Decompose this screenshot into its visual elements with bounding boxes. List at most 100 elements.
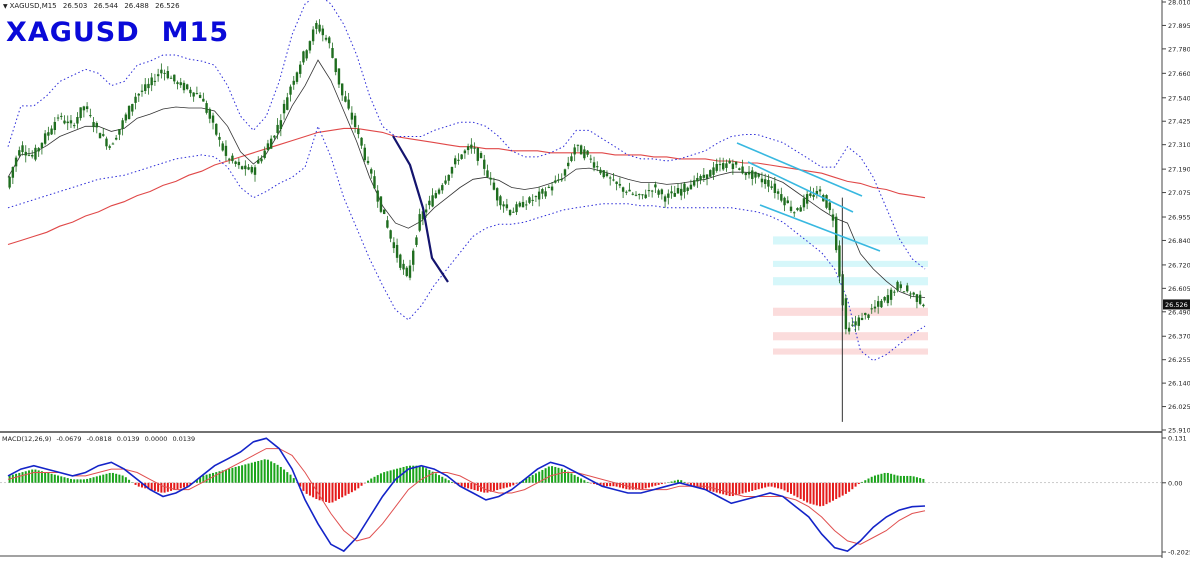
- candle-body: [92, 122, 95, 128]
- histogram-bar: [825, 482, 828, 505]
- histogram-bar: [266, 459, 269, 483]
- long-moving-average-line: [7, 127, 926, 246]
- histogram-bar: [835, 482, 838, 500]
- histogram-bar: [425, 468, 428, 483]
- candle-body: [537, 191, 541, 200]
- candle-body: [273, 135, 276, 138]
- candle-body: [770, 186, 773, 188]
- candle-body: [144, 84, 147, 91]
- candle-body: [437, 189, 441, 194]
- candle-body: [311, 29, 315, 42]
- histogram-bar: [444, 478, 447, 483]
- support-zone: [773, 348, 928, 355]
- candle-body: [550, 186, 554, 191]
- histogram-bar: [896, 475, 899, 483]
- histogram-bar: [802, 482, 805, 501]
- candle-body: [676, 188, 680, 194]
- macd-value-5: 0.0139: [172, 435, 196, 443]
- histogram-bar: [864, 480, 867, 483]
- histogram-bar: [757, 482, 760, 490]
- candle-body: [308, 41, 312, 51]
- candle-body: [463, 150, 467, 154]
- histogram-bar: [334, 482, 337, 501]
- candle-body: [337, 68, 341, 85]
- histogram-bar: [386, 471, 389, 483]
- histogram-bar: [66, 478, 69, 483]
- candle-body: [366, 160, 370, 164]
- histogram-bar: [276, 464, 279, 483]
- candle-body: [295, 72, 299, 82]
- candle-body: [392, 242, 396, 249]
- candle-body: [541, 189, 544, 194]
- candle-body: [156, 74, 160, 77]
- candle-body: [166, 71, 170, 79]
- histogram-bar: [389, 470, 392, 483]
- candle-body: [447, 174, 450, 181]
- candle-body: [650, 190, 654, 192]
- candle-body: [169, 77, 173, 79]
- histogram-bar: [912, 476, 915, 483]
- candle-body: [734, 161, 738, 165]
- macd-header: MACD(12,26,9) -0.0679 -0.0818 0.0139 0.0…: [2, 435, 198, 443]
- histogram-bar: [531, 475, 534, 483]
- histogram-bar: [224, 469, 227, 483]
- candle-body: [560, 179, 563, 181]
- histogram-bar: [741, 482, 744, 494]
- macd-main-line: [7, 437, 926, 553]
- candle-body: [37, 148, 40, 152]
- candle-body: [786, 200, 789, 204]
- candle-body: [854, 321, 857, 326]
- candle-body: [492, 182, 496, 190]
- candle-body: [747, 171, 751, 175]
- histogram-bar: [780, 482, 783, 490]
- candle-body: [134, 96, 137, 103]
- histogram-bar: [50, 473, 53, 483]
- candle-body: [50, 128, 53, 135]
- histogram-bar: [124, 477, 127, 483]
- candle-body: [202, 98, 205, 102]
- histogram-bar: [237, 466, 240, 483]
- candle-body: [218, 136, 221, 140]
- candle-body: [915, 294, 919, 302]
- candle-body: [347, 99, 350, 109]
- candle-body: [56, 117, 60, 119]
- macd-signal-line: [7, 448, 926, 545]
- histogram-bar: [880, 473, 883, 483]
- resistance-zone: [773, 277, 928, 286]
- candle-body: [692, 180, 696, 186]
- histogram-bar: [434, 473, 437, 483]
- candle-body: [847, 327, 851, 332]
- histogram-bar: [438, 475, 441, 483]
- candle-body: [431, 195, 434, 207]
- histogram-bar: [790, 482, 793, 494]
- candle-body: [479, 153, 483, 159]
- candle-body: [31, 155, 34, 157]
- candle-body: [43, 133, 47, 144]
- candle-body: [789, 206, 793, 211]
- histogram-bar: [641, 482, 644, 490]
- candle-body: [63, 120, 66, 124]
- histogram-bar: [754, 482, 757, 491]
- candle-body: [486, 170, 489, 178]
- histogram-bar: [547, 466, 550, 483]
- candle-body: [331, 48, 334, 58]
- candle-body: [554, 180, 557, 183]
- candle-body: [105, 138, 108, 147]
- candle-body: [799, 207, 802, 212]
- histogram-bar: [383, 472, 386, 483]
- histogram-bar: [612, 482, 615, 487]
- collapse-triangle-icon[interactable]: ▼: [3, 1, 8, 13]
- candle-body: [127, 105, 131, 120]
- histogram-bar: [576, 476, 579, 483]
- candle-body: [69, 120, 73, 124]
- candle-body: [889, 289, 893, 300]
- candle-body: [592, 162, 596, 168]
- histogram-bar: [21, 472, 24, 483]
- candle-body: [82, 106, 86, 111]
- candle-body: [470, 144, 473, 149]
- candle-body: [628, 189, 631, 192]
- histogram-bar: [27, 470, 30, 483]
- histogram-bar: [360, 482, 363, 486]
- candle-body: [60, 115, 63, 117]
- histogram-bar: [357, 482, 360, 489]
